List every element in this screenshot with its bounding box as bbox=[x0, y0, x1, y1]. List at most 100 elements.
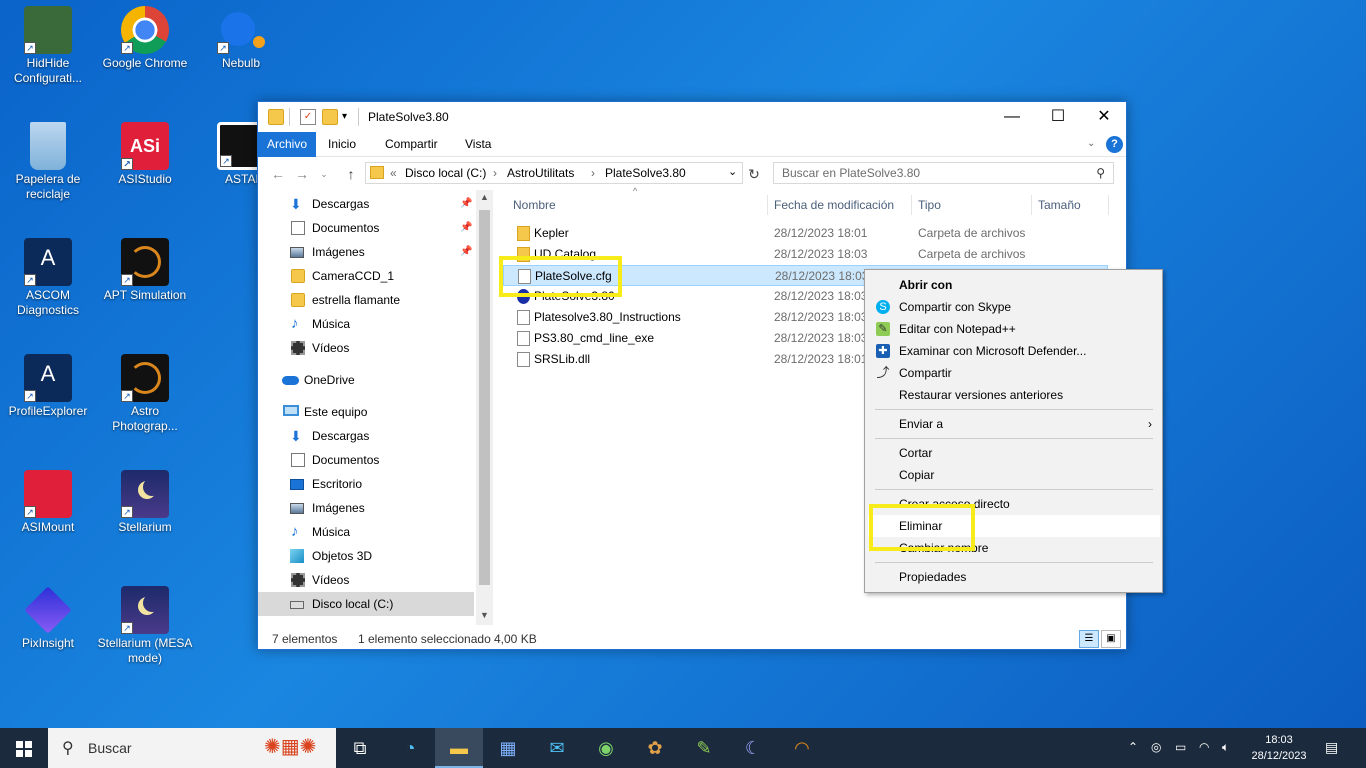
task-view-icon[interactable]: ⧉ bbox=[336, 728, 384, 768]
desktop-icon-apt-simulation[interactable]: ↗ APT Simulation bbox=[97, 238, 193, 303]
scroll-down-icon[interactable]: ▼ bbox=[480, 610, 489, 620]
details-view-icon[interactable]: ☰ bbox=[1079, 630, 1099, 648]
nav-item-documentos[interactable]: Documentos 📌 bbox=[258, 216, 474, 240]
crumb-astroutilitats[interactable]: AstroUtilitats bbox=[507, 166, 574, 180]
crumb-disco-local[interactable]: Disco local (C:) bbox=[405, 166, 486, 180]
search-input[interactable]: Buscar en PlateSolve3.80 ⚲ bbox=[773, 162, 1114, 184]
up-button[interactable]: ↑ bbox=[341, 164, 361, 184]
tab-archivo[interactable]: Archivo bbox=[258, 132, 317, 157]
file-row-kepler[interactable]: Kepler 28/12/2023 18:01 Carpeta de archi… bbox=[503, 223, 1108, 244]
nav-item-onedrive[interactable]: OneDrive bbox=[258, 368, 474, 392]
pin-icon[interactable]: 📌 bbox=[460, 192, 472, 216]
file-row-ud-catalog[interactable]: UD Catalog 28/12/2023 18:03 Carpeta de a… bbox=[503, 244, 1108, 265]
nav-item-este-equipo[interactable]: Este equipo bbox=[258, 400, 474, 424]
apt-taskbar-icon[interactable]: ◠ bbox=[778, 728, 826, 768]
menu-item-crear-acceso-directo[interactable]: Crear acceso directo bbox=[868, 493, 1160, 515]
store-icon[interactable]: ▦ bbox=[484, 728, 532, 768]
nav-item-estrella-flamante[interactable]: estrella flamante bbox=[258, 288, 474, 312]
notepadpp-taskbar-icon[interactable]: ✎ bbox=[680, 728, 728, 768]
desktop-icon-recycle-bin[interactable]: Papelera de reciclaje bbox=[0, 122, 96, 202]
column-header-date[interactable]: Fecha de modificación bbox=[774, 198, 894, 212]
tab-inicio[interactable]: Inicio bbox=[319, 132, 365, 157]
nav-item-pc-documentos[interactable]: Documentos bbox=[258, 448, 474, 472]
clock[interactable]: 18:03 28/12/2023 bbox=[1248, 732, 1310, 764]
large-icons-view-icon[interactable]: ▣ bbox=[1101, 630, 1121, 648]
menu-item-abrir-con[interactable]: Abrir con bbox=[868, 274, 1160, 296]
nav-item-musica[interactable]: ♪ Música bbox=[258, 312, 474, 336]
desktop-icon-stellarium-mesa[interactable]: ↗ Stellarium (MESA mode) bbox=[97, 586, 193, 666]
show-hidden-icons-icon[interactable]: ⌃ bbox=[1128, 740, 1138, 754]
nav-item-pc-videos[interactable]: Vídeos bbox=[258, 568, 474, 592]
nav-item-pc-musica[interactable]: ♪ Música bbox=[258, 520, 474, 544]
nav-item-pc-objetos-3d[interactable]: Objetos 3D bbox=[258, 544, 474, 568]
desktop-icon-astro-photography[interactable]: ↗ Astro Photograp... bbox=[97, 354, 193, 434]
paint-icon[interactable]: ✿ bbox=[631, 728, 679, 768]
refresh-button[interactable]: ↻ bbox=[744, 164, 764, 184]
menu-item-copiar[interactable]: Copiar bbox=[868, 464, 1160, 486]
desktop-icon-profile-explorer[interactable]: A ↗ ProfileExplorer bbox=[0, 354, 96, 419]
menu-item-restaurar[interactable]: Restaurar versiones anteriores bbox=[868, 384, 1160, 406]
nav-item-cameraccd[interactable]: CameraCCD_1 bbox=[258, 264, 474, 288]
crumb-separator[interactable]: › bbox=[493, 166, 497, 180]
desktop-icon-ascom-diagnostics[interactable]: A ↗ ASCOM Diagnostics bbox=[0, 238, 96, 318]
scrollbar-thumb[interactable] bbox=[479, 210, 490, 585]
desktop-icon-pixinsight[interactable]: PixInsight bbox=[0, 586, 96, 651]
tab-vista[interactable]: Vista bbox=[456, 132, 500, 157]
quick-access-dropdown-icon[interactable]: ▾ bbox=[342, 109, 358, 125]
menu-item-defender[interactable]: ✚ Examinar con Microsoft Defender... bbox=[868, 340, 1160, 362]
stellarium-taskbar-icon[interactable]: ☾ bbox=[729, 728, 777, 768]
desktop-icon-astap[interactable]: ↗ ASTAP bbox=[193, 122, 257, 187]
volume-icon[interactable]: 🔈︎ bbox=[1222, 740, 1229, 755]
pin-icon[interactable]: 📌 bbox=[460, 240, 472, 264]
mail-icon[interactable]: ✉ bbox=[533, 728, 581, 768]
desktop-icon-asistudio[interactable]: ASi ↗ ASIStudio bbox=[97, 122, 193, 187]
expand-ribbon-icon[interactable]: ⌄ bbox=[1087, 138, 1095, 149]
address-dropdown-icon[interactable]: ⌄ bbox=[728, 165, 737, 178]
menu-item-compartir[interactable]: ⤴ Compartir bbox=[868, 362, 1160, 384]
recent-locations-icon[interactable]: ⌄ bbox=[314, 164, 334, 184]
overflow-crumb[interactable]: « bbox=[390, 166, 397, 180]
forward-button[interactable]: → bbox=[292, 164, 312, 184]
new-folder-icon[interactable] bbox=[322, 109, 338, 125]
tab-compartir[interactable]: Compartir bbox=[376, 132, 447, 157]
desktop-icon-asimount[interactable]: ↗ ASIMount bbox=[0, 470, 96, 535]
taskbar-search[interactable]: ⚲ Buscar ✺▦✺ bbox=[48, 728, 336, 768]
menu-item-cambiar-nombre[interactable]: Cambiar nombre bbox=[868, 537, 1160, 559]
nav-item-pc-imagenes[interactable]: Imágenes bbox=[258, 496, 474, 520]
desktop-icon-stellarium[interactable]: ↗ Stellarium bbox=[97, 470, 193, 535]
minimize-button[interactable]: — bbox=[989, 102, 1035, 132]
nav-item-videos[interactable]: Vídeos bbox=[258, 336, 474, 360]
search-highlight-calendar-icon[interactable]: ✺▦✺ bbox=[264, 734, 328, 762]
crumb-separator[interactable]: › bbox=[591, 166, 595, 180]
maximize-button[interactable]: ☐ bbox=[1035, 102, 1081, 132]
pin-icon[interactable]: 📌 bbox=[460, 216, 472, 240]
close-button[interactable]: ✕ bbox=[1081, 102, 1127, 132]
crumb-platesolve[interactable]: PlateSolve3.80 bbox=[605, 166, 686, 180]
address-bar[interactable]: « Disco local (C:) › AstroUtilitats › Pl… bbox=[365, 162, 743, 184]
nav-scrollbar[interactable]: ▲ ▼ bbox=[476, 190, 493, 625]
wifi-icon[interactable]: ◠ bbox=[1199, 740, 1209, 754]
camera-icon[interactable]: ◎ bbox=[1151, 740, 1161, 754]
file-explorer-icon[interactable]: ▬ bbox=[435, 728, 483, 768]
menu-item-cortar[interactable]: Cortar bbox=[868, 442, 1160, 464]
nav-item-pc-descargas[interactable]: ⬇ Descargas bbox=[258, 424, 474, 448]
column-header-type[interactable]: Tipo bbox=[918, 198, 941, 212]
menu-item-eliminar[interactable]: Eliminar bbox=[868, 515, 1160, 537]
menu-item-enviar-a[interactable]: Enviar a › bbox=[868, 413, 1160, 435]
nav-item-disco-local[interactable]: Disco local (C:) bbox=[258, 592, 474, 616]
help-icon[interactable]: ? bbox=[1106, 136, 1123, 153]
properties-icon[interactable]: ✓ bbox=[300, 109, 316, 125]
column-header-name[interactable]: Nombre bbox=[513, 198, 556, 212]
edge-icon[interactable]: ◔ bbox=[386, 728, 434, 768]
back-button[interactable]: ← bbox=[268, 164, 288, 184]
nav-item-pc-escritorio[interactable]: Escritorio bbox=[258, 472, 474, 496]
phd2-icon[interactable]: ◉ bbox=[582, 728, 630, 768]
menu-item-propiedades[interactable]: Propiedades bbox=[868, 566, 1160, 588]
battery-icon[interactable]: ▭ bbox=[1175, 740, 1186, 754]
nav-item-descargas[interactable]: ⬇ Descargas 📌 bbox=[258, 192, 474, 216]
scroll-up-icon[interactable]: ▲ bbox=[480, 192, 489, 202]
notifications-icon[interactable]: ▤ bbox=[1325, 739, 1338, 756]
nav-item-imagenes[interactable]: Imágenes 📌 bbox=[258, 240, 474, 264]
menu-item-compartir-skype[interactable]: S Compartir con Skype bbox=[868, 296, 1160, 318]
start-button[interactable] bbox=[0, 728, 48, 768]
